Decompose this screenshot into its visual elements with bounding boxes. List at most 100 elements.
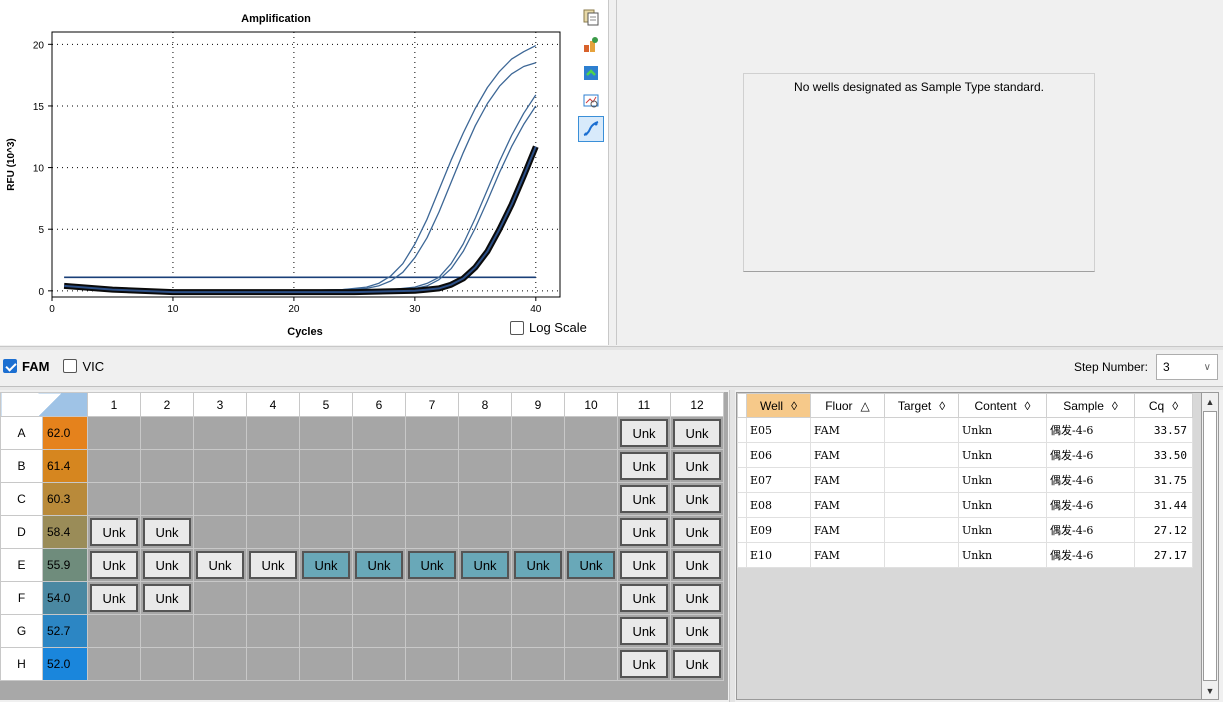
- plate-well[interactable]: [352, 449, 406, 483]
- well-content-label[interactable]: Unk: [514, 551, 562, 579]
- plate-well[interactable]: [511, 416, 565, 450]
- plate-row-header[interactable]: E: [0, 548, 43, 582]
- plate-well[interactable]: [140, 614, 194, 648]
- zoom-icon[interactable]: [578, 88, 604, 114]
- vertical-splitter[interactable]: [729, 390, 735, 702]
- plate-well[interactable]: Unk: [617, 515, 671, 549]
- well-content-label[interactable]: Unk: [90, 518, 138, 546]
- plate-well[interactable]: [140, 449, 194, 483]
- plate-well[interactable]: [87, 614, 141, 648]
- plate-well[interactable]: [564, 515, 618, 549]
- plate-well[interactable]: Unk: [670, 647, 724, 681]
- sort-icon[interactable]: ◊: [1025, 399, 1031, 413]
- row-selector[interactable]: [737, 492, 747, 518]
- plate-column-header[interactable]: 3: [193, 392, 247, 417]
- plate-column-header[interactable]: 2: [140, 392, 194, 417]
- well-content-label[interactable]: Unk: [143, 551, 191, 579]
- plate-well[interactable]: Unk: [617, 449, 671, 483]
- plate-well[interactable]: [458, 581, 512, 615]
- plate-well[interactable]: [299, 482, 353, 516]
- row-selector[interactable]: [737, 467, 747, 493]
- plate-column-header[interactable]: 12: [670, 392, 724, 417]
- horizontal-splitter[interactable]: [0, 346, 1223, 350]
- plate-well[interactable]: Unk: [458, 548, 512, 582]
- well-content-label[interactable]: Unk: [620, 518, 668, 546]
- plate-well[interactable]: [246, 647, 300, 681]
- plate-column-header[interactable]: 11: [617, 392, 671, 417]
- well-content-label[interactable]: Unk: [673, 551, 721, 579]
- well-content-label[interactable]: Unk: [673, 518, 721, 546]
- well-content-label[interactable]: Unk: [90, 551, 138, 579]
- plate-well[interactable]: [299, 416, 353, 450]
- plate-well[interactable]: Unk: [87, 581, 141, 615]
- trace-icon[interactable]: [578, 116, 604, 142]
- plate-well[interactable]: [246, 482, 300, 516]
- plate-well[interactable]: Unk: [670, 581, 724, 615]
- plate-well[interactable]: [352, 581, 406, 615]
- plate-row-header[interactable]: C: [0, 482, 43, 516]
- results-column-header[interactable]: Well ◊: [746, 393, 811, 418]
- sort-icon[interactable]: ◊: [791, 399, 797, 413]
- plate-row-header[interactable]: B: [0, 449, 43, 483]
- row-selector[interactable]: [737, 542, 747, 568]
- results-column-header[interactable]: Content ◊: [958, 393, 1047, 418]
- well-content-label[interactable]: Unk: [408, 551, 456, 579]
- plate-well[interactable]: [352, 482, 406, 516]
- plate-well[interactable]: Unk: [140, 548, 194, 582]
- plate-well[interactable]: Unk: [193, 548, 247, 582]
- plate-well[interactable]: [405, 515, 459, 549]
- plate-well[interactable]: [246, 614, 300, 648]
- well-content-label[interactable]: Unk: [673, 617, 721, 645]
- plate-well[interactable]: Unk: [405, 548, 459, 582]
- plate-select-all[interactable]: [0, 392, 88, 417]
- plate-well[interactable]: [405, 614, 459, 648]
- well-content-label[interactable]: Unk: [249, 551, 297, 579]
- plate-row-header[interactable]: D: [0, 515, 43, 549]
- plate-row-header[interactable]: H: [0, 647, 43, 681]
- plate-well[interactable]: [405, 647, 459, 681]
- plate-row-header[interactable]: F: [0, 581, 43, 615]
- plate-well[interactable]: [458, 614, 512, 648]
- plate-well[interactable]: [193, 614, 247, 648]
- plate-well[interactable]: [458, 449, 512, 483]
- plate-well[interactable]: [511, 647, 565, 681]
- scrollbar-thumb[interactable]: [1203, 411, 1217, 681]
- row-selector[interactable]: [737, 517, 747, 543]
- plate-well[interactable]: [140, 482, 194, 516]
- plate-well[interactable]: [299, 515, 353, 549]
- plate-well[interactable]: [511, 581, 565, 615]
- plate-well[interactable]: [564, 449, 618, 483]
- fluor-fam-toggle[interactable]: FAM: [3, 359, 49, 374]
- plate-well[interactable]: [511, 614, 565, 648]
- plate-well[interactable]: [352, 614, 406, 648]
- sort-icon[interactable]: △: [861, 399, 870, 413]
- plate-well[interactable]: [246, 581, 300, 615]
- plate-well[interactable]: Unk: [140, 515, 194, 549]
- plate-well[interactable]: Unk: [87, 515, 141, 549]
- sort-icon[interactable]: ◊: [1112, 399, 1118, 413]
- plate-column-header[interactable]: 7: [405, 392, 459, 417]
- well-content-label[interactable]: Unk: [196, 551, 244, 579]
- plate-well[interactable]: [405, 416, 459, 450]
- plate-well[interactable]: Unk: [617, 614, 671, 648]
- plate-row-header[interactable]: A: [0, 416, 43, 450]
- plate-well[interactable]: [564, 482, 618, 516]
- plate-well[interactable]: [299, 647, 353, 681]
- plate-well[interactable]: [352, 647, 406, 681]
- plate-well[interactable]: [87, 482, 141, 516]
- table-row[interactable]: E07 FAM Unkn 偶发-4-6 31.75: [737, 467, 1193, 493]
- plate-well[interactable]: Unk: [670, 416, 724, 450]
- plate-well[interactable]: [564, 614, 618, 648]
- row-selector[interactable]: [737, 442, 747, 468]
- plate-well[interactable]: Unk: [87, 548, 141, 582]
- scroll-up-icon[interactable]: ▲: [1202, 393, 1218, 410]
- plate-well[interactable]: Unk: [140, 581, 194, 615]
- plate-well[interactable]: Unk: [670, 548, 724, 582]
- plate-well[interactable]: [564, 416, 618, 450]
- export-icon[interactable]: [578, 32, 604, 58]
- results-column-header[interactable]: Target ◊: [884, 393, 959, 418]
- plate-well[interactable]: [193, 482, 247, 516]
- plate-well[interactable]: Unk: [617, 581, 671, 615]
- plate-column-header[interactable]: 9: [511, 392, 565, 417]
- well-content-label[interactable]: Unk: [143, 518, 191, 546]
